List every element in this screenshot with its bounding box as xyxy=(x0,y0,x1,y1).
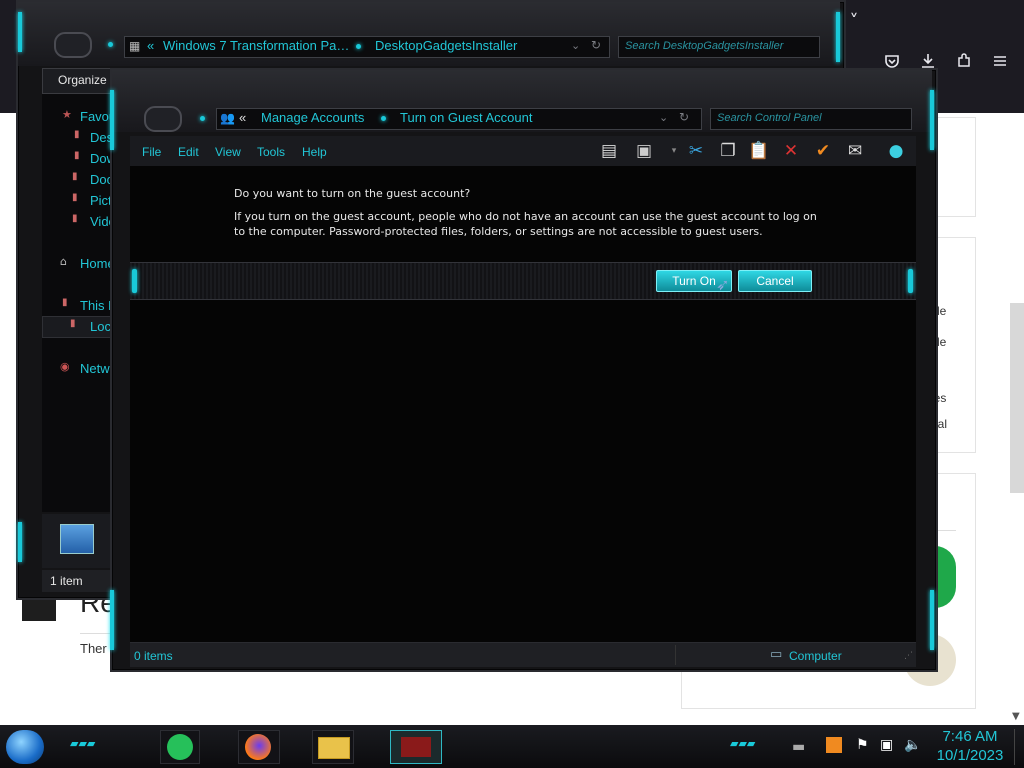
pictures-icon: ▮ xyxy=(72,192,78,203)
globe-icon[interactable]: ● xyxy=(884,139,908,163)
dropdown-icon[interactable]: ▾ xyxy=(662,139,686,163)
taskbar-app-firefox[interactable] xyxy=(238,730,280,764)
computer-thumbnail-icon xyxy=(60,524,94,554)
refresh-icon[interactable]: ↻ xyxy=(679,110,689,124)
search-input[interactable]: Search Control Panel xyxy=(710,108,912,130)
cancel-button[interactable]: Cancel xyxy=(738,270,812,292)
layout-icon[interactable]: ▤ xyxy=(597,139,621,163)
cut-icon[interactable]: ✂ xyxy=(684,139,708,163)
computer-icon: ▭ xyxy=(770,647,783,662)
star-icon: ★ xyxy=(62,108,72,121)
network-icon: ◉ xyxy=(60,360,70,373)
status-bar: 0 items ▭ Computer ⋰ xyxy=(130,642,916,667)
dropdown-icon[interactable]: ⌄ xyxy=(659,111,668,124)
menu-view[interactable]: View xyxy=(215,145,241,159)
clock-date[interactable]: 10/1/2023 xyxy=(932,747,1008,764)
folder-icon: ▦ xyxy=(129,39,141,53)
paste-icon[interactable]: 📋 xyxy=(747,139,771,163)
taskbar: ▰▰▰ ▰▰▰ ▬ ⚑ ▣ 🔈 7:46 AM 10/1/2023 xyxy=(0,725,1024,768)
network-icon[interactable]: ▣ xyxy=(880,737,893,753)
home-icon: ⌂ xyxy=(60,255,67,268)
start-button[interactable] xyxy=(6,730,44,764)
location-label: Computer xyxy=(789,649,842,663)
mouse-cursor-icon: ➶ xyxy=(716,275,730,294)
menu-bar: File Edit View Tools Help ▤ ▣ ▾ ✂ ❐ 📋 ✕ … xyxy=(130,136,916,167)
keyboard-icon[interactable]: ▬ xyxy=(792,739,805,755)
menu-icon[interactable] xyxy=(986,50,1014,78)
content-area: Do you want to turn on the guest account… xyxy=(130,166,916,642)
address-bar[interactable]: ▦ « Windows 7 Transformation Pa… Desktop… xyxy=(124,36,610,58)
search-input[interactable]: Search DesktopGadgetsInstaller xyxy=(618,36,820,58)
checkmark-icon[interactable]: ✔ xyxy=(811,139,835,163)
users-icon: 👥 xyxy=(220,111,235,125)
item-count: 1 item xyxy=(50,574,83,588)
app-tray-icon[interactable] xyxy=(826,737,842,753)
item-count: 0 items xyxy=(134,649,173,663)
nav-pictures[interactable]: Pict xyxy=(90,193,112,208)
back-orb-icon[interactable] xyxy=(54,32,92,58)
page-scrollbar[interactable] xyxy=(1010,303,1024,493)
volume-icon[interactable]: 🔈 xyxy=(904,737,921,753)
clock-time[interactable]: 7:46 AM xyxy=(932,728,1008,745)
properties-icon[interactable]: ▣ xyxy=(632,139,656,163)
description-text: If you turn on the guest account, people… xyxy=(234,210,817,238)
address-bar[interactable]: 👥 « Manage Accounts Turn on Guest Accoun… xyxy=(216,108,702,130)
taskbar-decoration: ▰▰▰ xyxy=(70,737,96,750)
taskbar-decoration: ▰▰▰ xyxy=(730,737,756,750)
question-heading: Do you want to turn on the guest account… xyxy=(234,187,471,200)
email-icon[interactable]: ✉ xyxy=(843,139,867,163)
breadcrumb-item[interactable]: Manage Accounts xyxy=(261,110,364,125)
desktop-icon: ▮ xyxy=(74,129,80,140)
downloads-icon: ▮ xyxy=(74,150,80,161)
videos-icon: ▮ xyxy=(72,213,78,224)
back-orb-icon[interactable] xyxy=(144,106,182,132)
menu-tools[interactable]: Tools xyxy=(257,145,285,159)
page-paragraph: Ther xyxy=(80,641,107,656)
delete-icon[interactable]: ✕ xyxy=(779,139,803,163)
scroll-down-icon[interactable]: ▼ xyxy=(1012,711,1020,722)
extensions-icon[interactable] xyxy=(950,50,978,78)
taskbar-app-explorer[interactable] xyxy=(312,730,354,764)
breadcrumb-item[interactable]: Windows 7 Transformation Pa… xyxy=(163,38,349,53)
flag-icon[interactable]: ⚑ xyxy=(856,737,869,753)
taskbar-app-control-panel[interactable] xyxy=(390,730,442,764)
breadcrumb-item[interactable]: DesktopGadgetsInstaller xyxy=(375,38,517,53)
drive-icon: ▮ xyxy=(70,318,76,329)
menu-help[interactable]: Help xyxy=(302,145,327,159)
taskbar-app-notes[interactable] xyxy=(160,730,200,764)
dropdown-icon[interactable]: ⌄ xyxy=(571,39,580,52)
resize-grip-icon[interactable]: ⋰ xyxy=(904,651,913,661)
copy-icon[interactable]: ❐ xyxy=(716,139,740,163)
show-desktop-button[interactable] xyxy=(1014,729,1023,765)
documents-icon: ▮ xyxy=(72,171,78,182)
computer-icon: ▮ xyxy=(62,297,68,308)
breadcrumb-item[interactable]: Turn on Guest Account xyxy=(400,110,532,125)
refresh-icon[interactable]: ↻ xyxy=(591,38,601,52)
button-bar: Turn On Cancel ➶ xyxy=(130,262,916,300)
menu-edit[interactable]: Edit xyxy=(178,145,199,159)
menu-file[interactable]: File xyxy=(142,145,161,159)
control-panel-window: 👥 « Manage Accounts Turn on Guest Accoun… xyxy=(110,68,938,672)
